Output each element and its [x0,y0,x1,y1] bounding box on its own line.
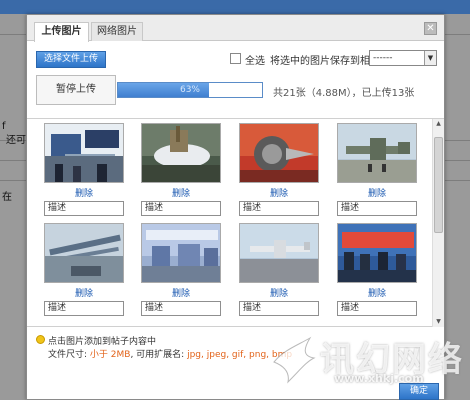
select-file-button[interactable]: 选择文件上传 [36,51,106,68]
description-input[interactable]: 描述 [141,301,221,316]
grid-bottom-border [27,326,444,327]
background-text: 还可 [6,135,26,146]
size-limit: 小于 2MB [89,350,131,360]
delete-link[interactable]: 删除 [141,286,221,299]
image-item: 删除 描述 [239,123,321,219]
image-item: 删除 描述 [44,223,126,319]
background-text: 在 [2,192,12,203]
delete-link[interactable]: 删除 [44,286,124,299]
image-grid: 删除 描述 删除 描述 删除 描述 删除 描述 删除 描述 删除 描述 删除 描… [27,119,432,325]
watermark-url: www.xhkj.com [334,372,424,385]
scroll-down-icon[interactable]: ▼ [433,317,444,327]
delete-link[interactable]: 删除 [141,186,221,199]
delete-link[interactable]: 删除 [239,186,319,199]
image-thumbnail[interactable] [141,123,221,183]
delete-link[interactable]: 删除 [239,286,319,299]
select-all-label: 全选 [245,56,265,67]
pause-upload-button[interactable]: 暂停上传 [36,75,116,105]
description-input[interactable]: 描述 [337,201,417,216]
image-thumbnail[interactable] [337,123,417,183]
image-thumbnail[interactable] [239,123,319,183]
description-input[interactable]: 描述 [337,301,417,316]
delete-link[interactable]: 删除 [337,286,417,299]
save-to-album-label: 将选中的图片保存到相册: [270,56,384,67]
tab-upload-image[interactable]: 上传图片 [34,22,89,42]
description-input[interactable]: 描述 [44,301,124,316]
description-input[interactable]: 描述 [141,201,221,216]
confirm-button[interactable]: 确定 [399,383,439,400]
select-all-checkbox[interactable] [230,53,241,64]
description-input[interactable]: 描述 [44,201,124,216]
description-input[interactable]: 描述 [239,201,319,216]
upload-progress-bar: 63% [117,82,263,98]
image-item: 删除 描述 [141,223,223,319]
image-item: 删除 描述 [337,123,419,219]
lightbulb-icon [36,335,45,344]
image-item: 删除 描述 [44,123,126,219]
image-thumbnail[interactable] [239,223,319,283]
tip-text: 点击图片添加到帖子内容中 [48,337,157,347]
file-size-info: 文件尺寸: 小于 2MB, 可用扩展名: jpg, jpeg, gif, png… [48,347,292,360]
bird-logo-icon [273,336,316,384]
image-grid-scrollbar[interactable]: ▲ ▼ [432,119,444,327]
delete-link[interactable]: 删除 [337,186,417,199]
album-select[interactable]: ------ ▼ [369,50,437,66]
chevron-down-icon[interactable]: ▼ [424,51,436,65]
delete-link[interactable]: 删除 [44,186,124,199]
description-input[interactable]: 描述 [239,301,319,316]
image-item: 删除 描述 [337,223,419,319]
image-thumbnail[interactable] [44,123,124,183]
scroll-up-icon[interactable]: ▲ [433,119,444,129]
tab-network-image[interactable]: 网络图片 [91,22,143,41]
background-text: f [2,121,6,132]
image-thumbnail[interactable] [141,223,221,283]
background-header [0,0,470,14]
ext-prefix: , 可用扩展名: [130,350,185,360]
image-thumbnail[interactable] [44,223,124,283]
tab-bar: 上传图片 网络图片 ✕ [27,15,444,42]
size-prefix: 文件尺寸: [48,350,88,360]
image-thumbnail[interactable] [337,223,417,283]
image-item: 删除 描述 [239,223,321,319]
upload-count-text: 共21张（4.88M），已上传13张 [273,88,415,99]
album-select-value: ------ [373,53,393,63]
scrollbar-thumb[interactable] [434,137,443,233]
progress-label: 63% [179,85,200,95]
close-icon[interactable]: ✕ [424,22,437,35]
image-item: 删除 描述 [141,123,223,219]
